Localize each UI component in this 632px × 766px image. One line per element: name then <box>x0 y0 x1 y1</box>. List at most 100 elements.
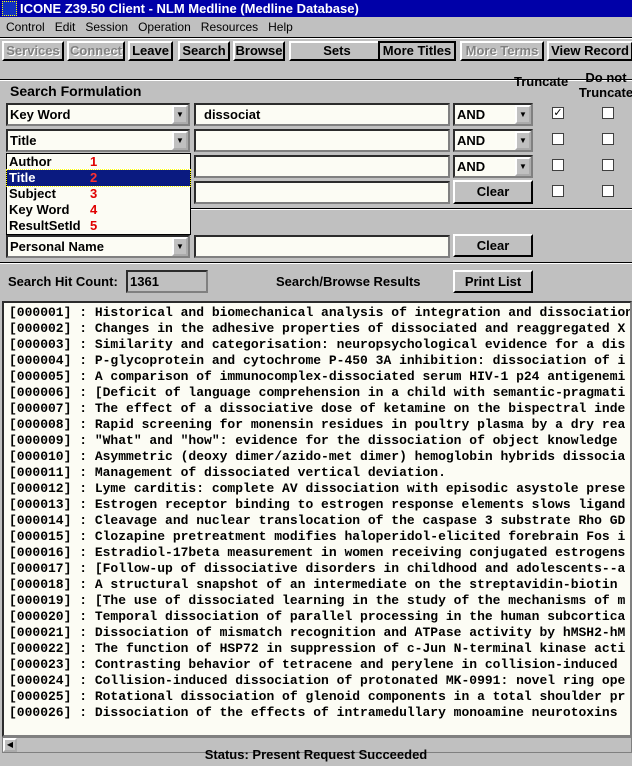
divider <box>0 37 632 39</box>
dropdown-option-resultsetid[interactable]: ResultSetId 5 <box>7 218 190 234</box>
result-row[interactable]: [000001] : Historical and biomechanical … <box>4 305 630 321</box>
result-row[interactable]: [000021] : Dissociation of mismatch reco… <box>4 625 630 641</box>
operator-select-2[interactable]: AND ▼ <box>453 129 533 152</box>
dropdown-option-key-word[interactable]: Key Word 4 <box>7 202 190 218</box>
services-button[interactable]: Services <box>2 41 64 61</box>
truncate-header: Truncate <box>514 74 569 89</box>
browse-field-value: Personal Name <box>10 239 104 254</box>
browse-button[interactable]: Browse <box>233 41 285 61</box>
option-label: Key Word <box>9 202 70 217</box>
clear-button[interactable]: Clear <box>453 180 533 204</box>
option-number: 4 <box>90 202 98 217</box>
leave-button[interactable]: Leave <box>128 41 173 61</box>
field-select-2[interactable]: Title ▼ <box>6 129 190 152</box>
chevron-down-icon[interactable]: ▼ <box>515 157 531 176</box>
chevron-down-icon[interactable]: ▼ <box>172 131 188 150</box>
dropdown-option-author[interactable]: Author 1 <box>7 154 190 170</box>
no-truncate-checkbox-1[interactable] <box>602 107 614 119</box>
result-row[interactable]: [000005] : A comparison of immunocomplex… <box>4 369 630 385</box>
result-row[interactable]: [000007] : The effect of a dissociative … <box>4 401 630 417</box>
title-bar: ICONE Z39.50 Client - NLM Medline (Medli… <box>0 0 632 17</box>
operator-value: AND <box>457 107 486 122</box>
truncate-checkbox-3[interactable] <box>552 159 564 171</box>
operator-value: AND <box>457 159 486 174</box>
chevron-down-icon[interactable]: ▼ <box>515 105 531 124</box>
more-titles-button[interactable]: More Titles <box>378 41 456 61</box>
menu-control[interactable]: Control <box>6 20 45 34</box>
print-list-button[interactable]: Print List <box>453 270 533 293</box>
result-row[interactable]: [000003] : Similarity and categorisation… <box>4 337 630 353</box>
result-row[interactable]: [000017] : [Follow-up of dissociative di… <box>4 561 630 577</box>
result-row[interactable]: [000015] : Clozapine pretreatment modifi… <box>4 529 630 545</box>
result-row[interactable]: [000020] : Temporal dissociation of para… <box>4 609 630 625</box>
truncate-checkbox-1[interactable]: ✓ <box>552 107 564 119</box>
option-number: 1 <box>90 154 98 169</box>
result-row[interactable]: [000026] : Dissociation of the effects o… <box>4 705 630 721</box>
term-input-2[interactable] <box>194 129 450 152</box>
no-truncate-checkbox-3[interactable] <box>602 159 614 171</box>
result-row[interactable]: [000025] : Rotational dissociation of gl… <box>4 689 630 705</box>
chevron-down-icon[interactable]: ▼ <box>172 237 188 256</box>
menu-edit[interactable]: Edit <box>55 20 76 34</box>
browse-term-input[interactable] <box>194 235 450 258</box>
browse-field-select[interactable]: Personal Name ▼ <box>6 235 190 258</box>
term-input-4[interactable] <box>194 181 450 204</box>
result-row[interactable]: [000010] : Asymmetric (deoxy dimer/azido… <box>4 449 630 465</box>
dropdown-option-title[interactable]: Title 2 <box>6 169 191 187</box>
truncate-checkbox-2[interactable] <box>552 133 564 145</box>
result-row[interactable]: [000012] : Lyme carditis: complete AV di… <box>4 481 630 497</box>
result-row[interactable]: [000009] : "What" and "how": evidence fo… <box>4 433 630 449</box>
view-record-button[interactable]: View Record <box>547 41 632 61</box>
dropdown-option-subject[interactable]: Subject 3 <box>7 186 190 202</box>
operator-select-3[interactable]: AND ▼ <box>453 155 533 178</box>
search-formulation-heading: Search Formulation <box>10 83 142 99</box>
search-button[interactable]: Search <box>178 41 230 61</box>
no-truncate-checkbox-4[interactable] <box>602 185 614 197</box>
result-row[interactable]: [000016] : Estradiol-17beta measurement … <box>4 545 630 561</box>
menu-bar: Control Edit Session Operation Resources Help <box>0 17 632 37</box>
option-label: ResultSetId <box>9 218 81 233</box>
operator-select-1[interactable]: AND ▼ <box>453 103 533 126</box>
menu-help[interactable]: Help <box>268 20 293 34</box>
result-row[interactable]: [000022] : The function of HSP72 in supp… <box>4 641 630 657</box>
option-number: 3 <box>90 186 98 201</box>
result-row[interactable]: [000008] : Rapid screening for monensin … <box>4 417 630 433</box>
browse-clear-button[interactable]: Clear <box>453 234 533 257</box>
chevron-down-icon[interactable]: ▼ <box>172 105 188 124</box>
result-row[interactable]: [000024] : Collision-induced dissociatio… <box>4 673 630 689</box>
results-list[interactable]: [000001] : Historical and biomechanical … <box>2 301 632 737</box>
result-row[interactable]: [000004] : P-glycoprotein and cytochrome… <box>4 353 630 369</box>
no-truncate-header: Do not Truncate <box>578 70 632 100</box>
result-row[interactable]: [000023] : Contrasting behavior of tetra… <box>4 657 630 673</box>
field-value: Title <box>10 133 37 148</box>
divider <box>0 262 632 264</box>
operator-value: AND <box>457 133 486 148</box>
status-bar: Status: Present Request Succeeded <box>0 746 632 766</box>
term-input-3[interactable] <box>194 155 450 178</box>
option-label: Title <box>9 170 36 185</box>
result-row[interactable]: [000002] : Changes in the adhesive prope… <box>4 321 630 337</box>
result-row[interactable]: [000011] : Management of dissociated ver… <box>4 465 630 481</box>
sets-button[interactable]: Sets <box>289 41 385 61</box>
more-terms-button[interactable]: More Terms <box>460 41 544 61</box>
menu-resources[interactable]: Resources <box>201 20 258 34</box>
option-label: Subject <box>9 186 56 201</box>
result-row[interactable]: [000006] : [Deficit of language comprehe… <box>4 385 630 401</box>
hit-count-label: Search Hit Count: <box>8 274 118 289</box>
field-dropdown-list[interactable]: Author 1 Title 2 Subject 3 Key Word 4 ResultSetI… <box>6 153 191 235</box>
no-truncate-checkbox-2[interactable] <box>602 133 614 145</box>
chevron-down-icon[interactable]: ▼ <box>515 131 531 150</box>
result-row[interactable]: [000013] : Estrogen receptor binding to … <box>4 497 630 513</box>
truncate-checkbox-4[interactable] <box>552 185 564 197</box>
term-input-1[interactable]: dissociat <box>194 103 450 126</box>
field-value: Key Word <box>10 107 71 122</box>
connect-button[interactable]: Connect <box>67 41 125 61</box>
menu-session[interactable]: Session <box>85 20 128 34</box>
result-row[interactable]: [000019] : [The use of dissociated learn… <box>4 593 630 609</box>
field-select-1[interactable]: Key Word ▼ <box>6 103 190 126</box>
hit-count-value: 1361 <box>126 270 208 293</box>
result-row[interactable]: [000018] : A structural snapshot of an i… <box>4 577 630 593</box>
menu-operation[interactable]: Operation <box>138 20 191 34</box>
app-logo-icon <box>2 1 17 16</box>
result-row[interactable]: [000014] : Cleavage and nuclear transloc… <box>4 513 630 529</box>
